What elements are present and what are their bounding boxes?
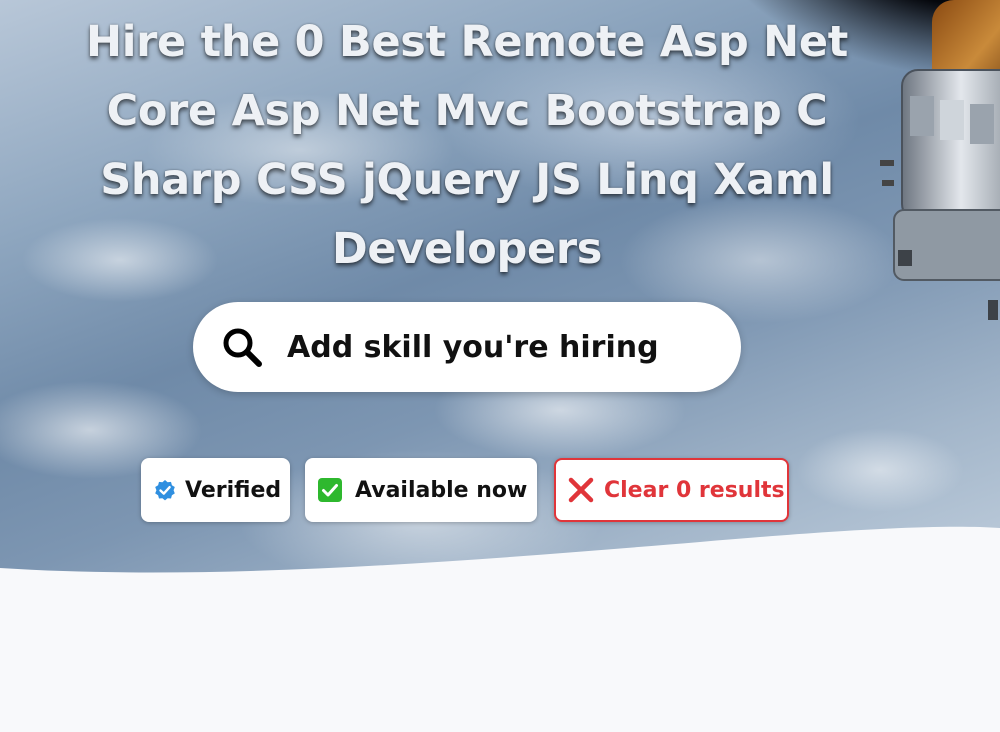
wave-divider xyxy=(0,526,1000,732)
verified-badge-icon xyxy=(155,480,175,501)
clear-results-button[interactable]: Clear 0 results xyxy=(554,458,789,522)
skill-search-box[interactable] xyxy=(193,302,741,392)
verified-filter-button[interactable]: Verified xyxy=(141,458,290,522)
verified-filter-label: Verified xyxy=(185,477,282,503)
available-now-filter-button[interactable]: Available now xyxy=(305,458,537,522)
check-box-icon xyxy=(318,478,342,502)
satellite-image xyxy=(880,0,1000,320)
search-icon xyxy=(223,328,262,367)
clear-results-label: Clear 0 results xyxy=(604,477,785,503)
hero-section: Hire the 0 Best Remote Asp Net Core Asp … xyxy=(0,0,1000,732)
available-now-filter-label: Available now xyxy=(355,477,528,503)
skill-search-input[interactable] xyxy=(287,329,707,365)
page-title: Hire the 0 Best Remote Asp Net Core Asp … xyxy=(86,17,848,274)
close-icon xyxy=(568,477,594,503)
